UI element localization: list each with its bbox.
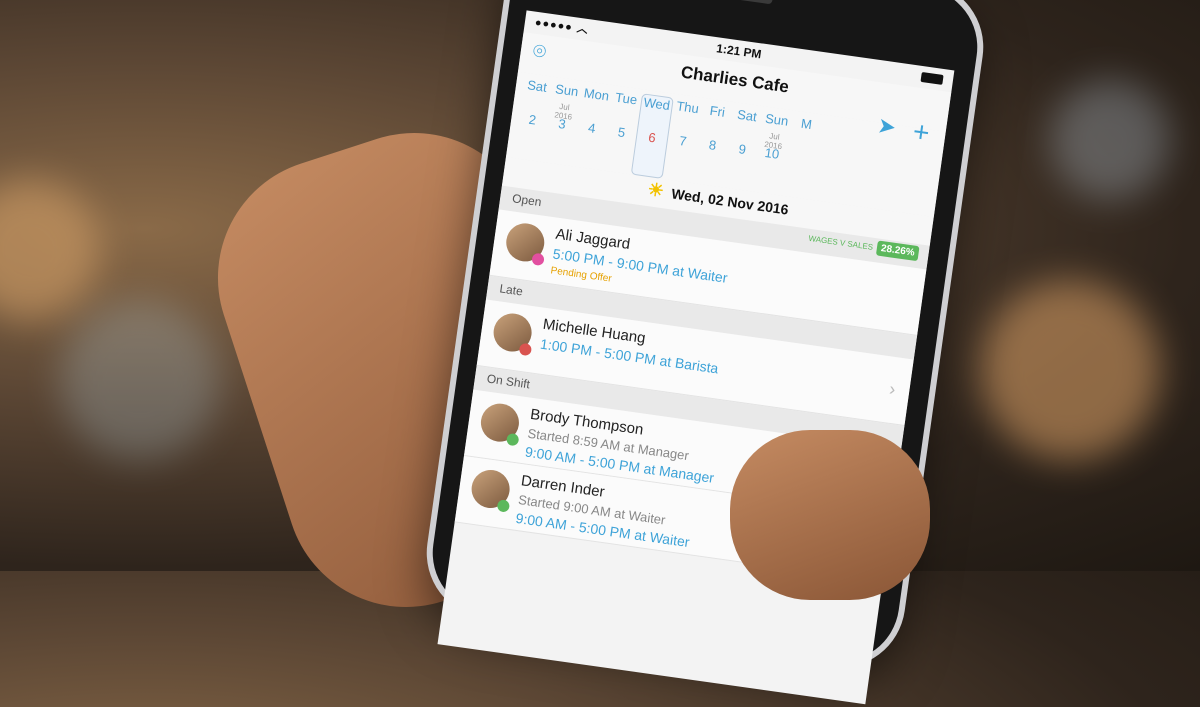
day-date: 8 — [708, 137, 718, 153]
background-bokeh — [1050, 80, 1170, 200]
background-bokeh — [60, 300, 220, 460]
day-name: M — [800, 115, 813, 133]
day-date: 4 — [587, 120, 597, 137]
section-label: Open — [511, 191, 543, 210]
avatar — [503, 220, 547, 267]
section-label: On Shift — [485, 371, 531, 392]
day-date: 9 — [737, 141, 747, 158]
day-date — [788, 148, 818, 152]
background-bokeh — [0, 180, 100, 320]
day-date: 6 — [647, 129, 657, 146]
wages-badge: 28.26% — [875, 240, 920, 262]
status-dot — [496, 499, 511, 513]
status-dot — [505, 432, 520, 447]
sun-icon: ☀ — [646, 179, 666, 202]
day-name: Thu — [675, 98, 700, 117]
day-name: Mon — [582, 85, 611, 104]
day-name: Wed — [642, 94, 671, 114]
app-screen: ●●●●● ︿ 1:21 PM ⌾ Charlies Cafe ➤ + Sat 2… — [437, 10, 955, 705]
day-date: 7 — [678, 132, 688, 149]
chevron-right-icon: › — [888, 378, 897, 400]
avatar — [478, 401, 522, 447]
thumb — [730, 430, 930, 600]
speaker-grille — [682, 0, 773, 5]
paper-plane-icon[interactable]: ➤ — [876, 112, 898, 140]
section-label: Late — [498, 281, 524, 299]
day-name: Tue — [614, 89, 639, 108]
day-name: Fri — [708, 102, 726, 120]
avatar — [469, 467, 513, 513]
day-name: Sat — [736, 106, 758, 125]
battery-icon — [920, 71, 944, 85]
avatar — [491, 311, 535, 357]
day-date: 5 — [616, 124, 627, 141]
background-bokeh — [980, 280, 1160, 460]
status-time: 1:21 PM — [715, 41, 763, 62]
day-name: Sat — [526, 77, 548, 95]
day-date: 2 — [527, 111, 538, 128]
status-dot — [518, 342, 533, 357]
status-dot — [531, 252, 545, 267]
